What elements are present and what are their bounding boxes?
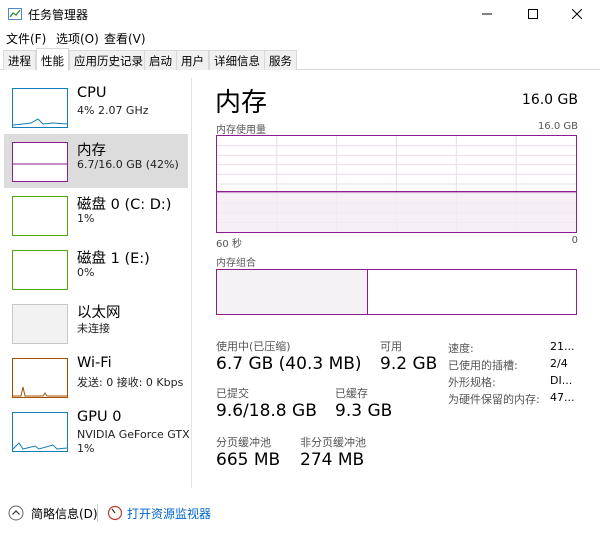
speed-label: 速度: (448, 342, 474, 355)
menu-options[interactable]: 选项(O) (56, 30, 99, 47)
usage-graph-label: 内存使用量 (216, 125, 266, 136)
close-button[interactable] (554, 0, 600, 28)
sidebar-item-ethernet[interactable]: 以太网 未连接 (4, 296, 188, 350)
memory-mini-graph (13, 163, 67, 165)
usage-graph-max: 16.0 GB (537, 121, 578, 132)
sidebar-item-sub2: 1% (77, 442, 95, 455)
ethernet-thumbnail-graph (12, 304, 68, 344)
sidebar-item-sub: 发送: 0 接收: 0 Kbps (77, 376, 184, 389)
tab-details[interactable]: 详细信息 (209, 50, 265, 70)
sidebar-item-sub: NVIDIA GeForce GTX (77, 428, 190, 441)
menu-file[interactable]: 文件(F) (6, 30, 46, 47)
memory-detail-panel: 内存 16.0 GB 内存使用量 16.0 GB 60 秒 0 内存组合 使用中… (200, 78, 592, 488)
performance-sidebar: CPU 4% 2.07 GHz 内存 6.7/16.0 GB (42%) 磁盘 … (0, 78, 192, 488)
sidebar-item-disk0[interactable]: 磁盘 0 (C: D:) 1% (4, 188, 188, 242)
title-bar: 任务管理器 (0, 0, 600, 28)
sidebar-item-label: GPU 0 (77, 409, 122, 425)
in-use-value: 6.7 GB (40.3 MB) (216, 354, 362, 374)
paged-pool-value: 665 MB (216, 450, 281, 470)
form-factor-value: DI... (550, 374, 573, 387)
sidebar-item-sub: 4% 2.07 GHz (77, 104, 149, 117)
sidebar-item-sub: 未连接 (77, 322, 110, 335)
sidebar-item-sub: 6.7/16.0 GB (42%) (77, 158, 179, 171)
menu-bar: 文件(F) 选项(O) 查看(V) (0, 28, 600, 48)
sidebar-item-memory[interactable]: 内存 6.7/16.0 GB (42%) (4, 134, 188, 188)
sidebar-item-sub: 0% (77, 266, 95, 279)
fewer-details-link[interactable]: 简略信息(D) (31, 505, 98, 522)
tab-users[interactable]: 用户 (176, 50, 209, 70)
maximize-button[interactable] (510, 0, 556, 28)
sidebar-item-wifi[interactable]: Wi-Fi 发送: 0 接收: 0 Kbps (4, 350, 188, 404)
usage-area (217, 191, 576, 232)
disk1-thumbnail-graph (12, 250, 68, 290)
sidebar-item-label: Wi-Fi (77, 355, 112, 371)
minimize-icon (482, 13, 492, 15)
memory-capacity: 16.0 GB (521, 92, 578, 108)
menu-view[interactable]: 查看(V) (104, 30, 146, 47)
time-axis-left: 60 秒 (216, 239, 242, 250)
memory-usage-chart (217, 136, 576, 232)
paged-pool-label: 分页缓冲池 (216, 436, 271, 449)
speed-value: 21... (550, 340, 575, 353)
cpu-thumbnail-graph (12, 88, 68, 128)
composition-in-use (217, 270, 368, 314)
maximize-icon (528, 9, 538, 19)
window-title: 任务管理器 (28, 8, 89, 22)
tab-services[interactable]: 服务 (264, 50, 297, 70)
cached-value: 9.3 GB (335, 401, 393, 421)
footer: 简略信息(D) 打开资源监视器 (0, 496, 600, 534)
chevron-up-icon[interactable] (8, 505, 24, 521)
hardware-reserved-label: 为硬件保留的内存: (448, 393, 540, 406)
nonpaged-pool-value: 274 MB (300, 450, 365, 470)
tab-app-history[interactable]: 应用历史记录 (69, 50, 148, 70)
tab-performance[interactable]: 性能 (36, 48, 69, 71)
sidebar-item-label: CPU (77, 85, 107, 101)
sidebar-item-sub: 1% (77, 212, 95, 225)
sidebar-item-label: 磁盘 0 (C: D:) (77, 197, 172, 213)
sidebar-item-disk1[interactable]: 磁盘 1 (E:) 0% (4, 242, 188, 296)
tab-processes[interactable]: 进程 (3, 50, 36, 70)
open-resource-monitor-link[interactable]: 打开资源监视器 (127, 505, 211, 522)
sidebar-item-label: 内存 (77, 143, 106, 159)
committed-label: 已提交 (216, 387, 249, 400)
disk0-thumbnail-graph (12, 196, 68, 236)
nonpaged-pool-label: 非分页缓冲池 (300, 436, 366, 449)
tab-bar: 进程 性能 应用历史记录 启动 用户 详细信息 服务 (0, 48, 600, 71)
sidebar-item-cpu[interactable]: CPU 4% 2.07 GHz (4, 80, 188, 134)
slots-value: 2/4 (550, 357, 568, 370)
memory-usage-graph (216, 135, 577, 233)
memory-composition-bar (216, 269, 577, 315)
form-factor-label: 外形规格: (448, 376, 496, 389)
close-icon (572, 9, 582, 19)
minimize-button[interactable] (464, 0, 510, 28)
cached-label: 已缓存 (335, 387, 368, 400)
gpu-thumbnail-graph (12, 412, 68, 452)
sidebar-item-gpu[interactable]: GPU 0 NVIDIA GeForce GTX 1% (4, 404, 190, 466)
gpu-mini-graph (12, 442, 68, 450)
tab-startup[interactable]: 启动 (144, 50, 177, 70)
composition-label: 内存组合 (216, 258, 256, 269)
wifi-thumbnail-graph (12, 358, 68, 398)
cpu-mini-graph (12, 118, 68, 126)
footer-divider (97, 504, 98, 522)
slots-label: 已使用的插槽: (448, 359, 518, 372)
in-use-label: 使用中(已压缩) (216, 340, 291, 353)
sidebar-item-label: 磁盘 1 (E:) (77, 251, 150, 267)
available-label: 可用 (380, 340, 402, 353)
page-title: 内存 (215, 88, 268, 118)
hardware-reserved-value: 47... (550, 391, 575, 404)
sidebar-item-label: 以太网 (77, 305, 121, 321)
wifi-mini-graph (13, 386, 67, 397)
memory-thumbnail-graph (12, 142, 68, 182)
task-manager-icon (8, 8, 22, 20)
resource-monitor-icon (107, 505, 123, 521)
available-value: 9.2 GB (380, 354, 438, 374)
committed-value: 9.6/18.8 GB (216, 401, 317, 421)
time-axis-right: 0 (571, 235, 578, 246)
